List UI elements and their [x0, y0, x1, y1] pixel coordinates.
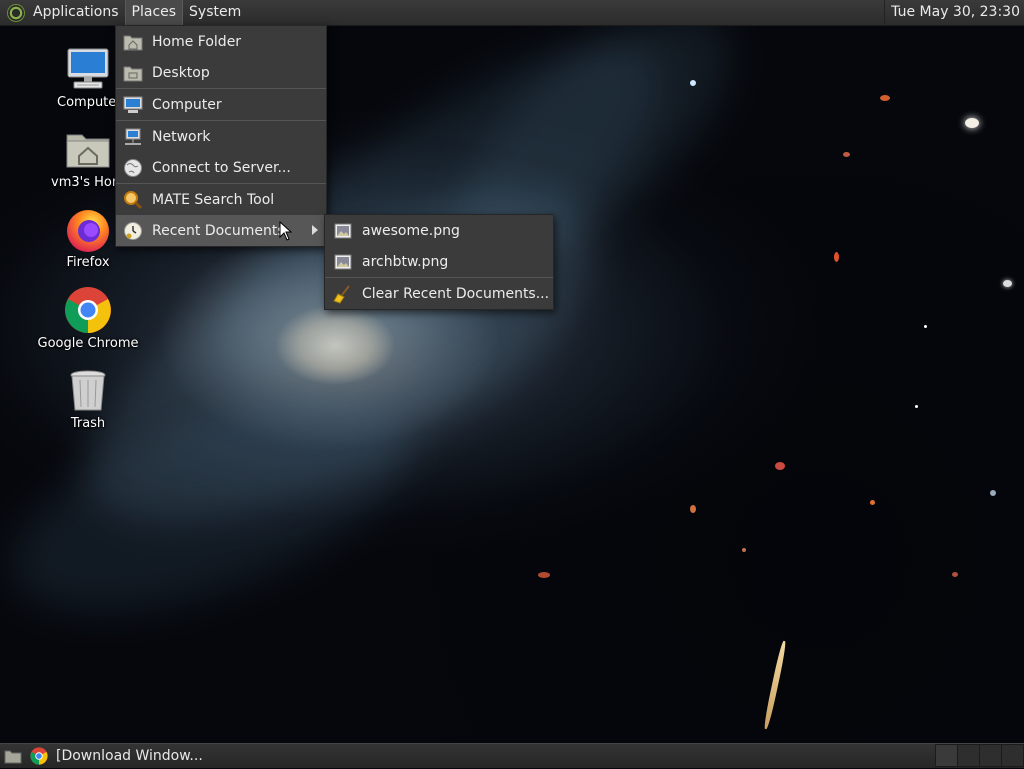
broom-icon: [333, 284, 353, 304]
top-panel: Applications Places System Tue May 30, 2…: [0, 0, 1024, 26]
menu-item-label: awesome.png: [362, 222, 460, 239]
menu-item-label: Network: [152, 128, 211, 145]
workspace-3[interactable]: [979, 744, 1002, 767]
menu-item-computer[interactable]: Computer: [116, 89, 326, 120]
show-desktop-icon[interactable]: [2, 745, 24, 767]
computer-icon: [64, 45, 112, 93]
desktop-icon-chrome[interactable]: Google Chrome: [33, 286, 143, 351]
recent-documents-submenu: awesome.png archbtw.png Clear Recent Doc…: [324, 214, 554, 310]
network-icon: [123, 127, 143, 147]
submenu-arrow-icon: [312, 225, 318, 235]
computer-icon: [123, 95, 143, 115]
chrome-icon: [64, 286, 112, 334]
menu-places[interactable]: Places: [124, 0, 184, 25]
recent-doc-archbtw[interactable]: archbtw.png: [325, 246, 553, 277]
menu-item-label: Computer: [152, 96, 222, 113]
desktop-icon-label: Trash: [70, 416, 106, 431]
mate-logo-icon[interactable]: [7, 3, 25, 22]
clear-recent-documents[interactable]: Clear Recent Documents...: [325, 278, 553, 309]
desktop-icon-trash[interactable]: Trash: [33, 366, 143, 431]
home-folder-icon: [64, 125, 112, 173]
bottom-panel: [Download Window...: [0, 743, 1024, 768]
menu-item-recent-documents[interactable]: Recent Documents: [116, 215, 326, 246]
menu-system[interactable]: System: [183, 0, 247, 25]
image-file-icon: [333, 252, 353, 272]
recent-doc-awesome[interactable]: awesome.png: [325, 215, 553, 246]
home-folder-icon: [123, 32, 143, 52]
places-menu: Home Folder Desktop Computer Network Con…: [115, 25, 327, 247]
menu-item-label: Home Folder: [152, 33, 242, 50]
desktop-icon-label: Google Chrome: [37, 336, 139, 351]
clock-icon: [123, 221, 143, 241]
workspace-2[interactable]: [957, 744, 980, 767]
desktop-icon-label: Computer: [57, 95, 119, 110]
workspace-1[interactable]: [935, 744, 958, 767]
image-file-icon: [333, 221, 353, 241]
menu-item-desktop[interactable]: Desktop: [116, 57, 326, 88]
menu-item-label: Desktop: [152, 64, 210, 81]
menu-item-connect-to-server[interactable]: Connect to Server...: [116, 152, 326, 183]
firefox-icon: [64, 205, 112, 253]
menu-item-mate-search-tool[interactable]: MATE Search Tool: [116, 184, 326, 215]
menu-item-label: archbtw.png: [362, 253, 449, 270]
search-tool-icon: [123, 190, 143, 210]
menu-item-label: Recent Documents: [152, 222, 285, 239]
menu-item-home-folder[interactable]: Home Folder: [116, 26, 326, 57]
menu-item-label: Clear Recent Documents...: [362, 285, 550, 302]
desktop-icon-label: Firefox: [66, 255, 110, 270]
clock[interactable]: Tue May 30, 23:30: [884, 0, 1020, 25]
globe-icon: [123, 158, 143, 178]
trash-icon: [64, 366, 112, 414]
taskbar-item-label: [Download Window...: [56, 748, 203, 764]
taskbar-item-download-window[interactable]: [Download Window...: [24, 745, 209, 767]
menu-item-label: MATE Search Tool: [152, 191, 275, 208]
menu-item-network[interactable]: Network: [116, 121, 326, 152]
chrome-icon: [30, 747, 48, 765]
workspace-4[interactable]: [1001, 744, 1024, 767]
menu-applications[interactable]: Applications: [27, 0, 125, 25]
desktop-folder-icon: [123, 63, 143, 83]
menu-item-label: Connect to Server...: [152, 159, 291, 176]
